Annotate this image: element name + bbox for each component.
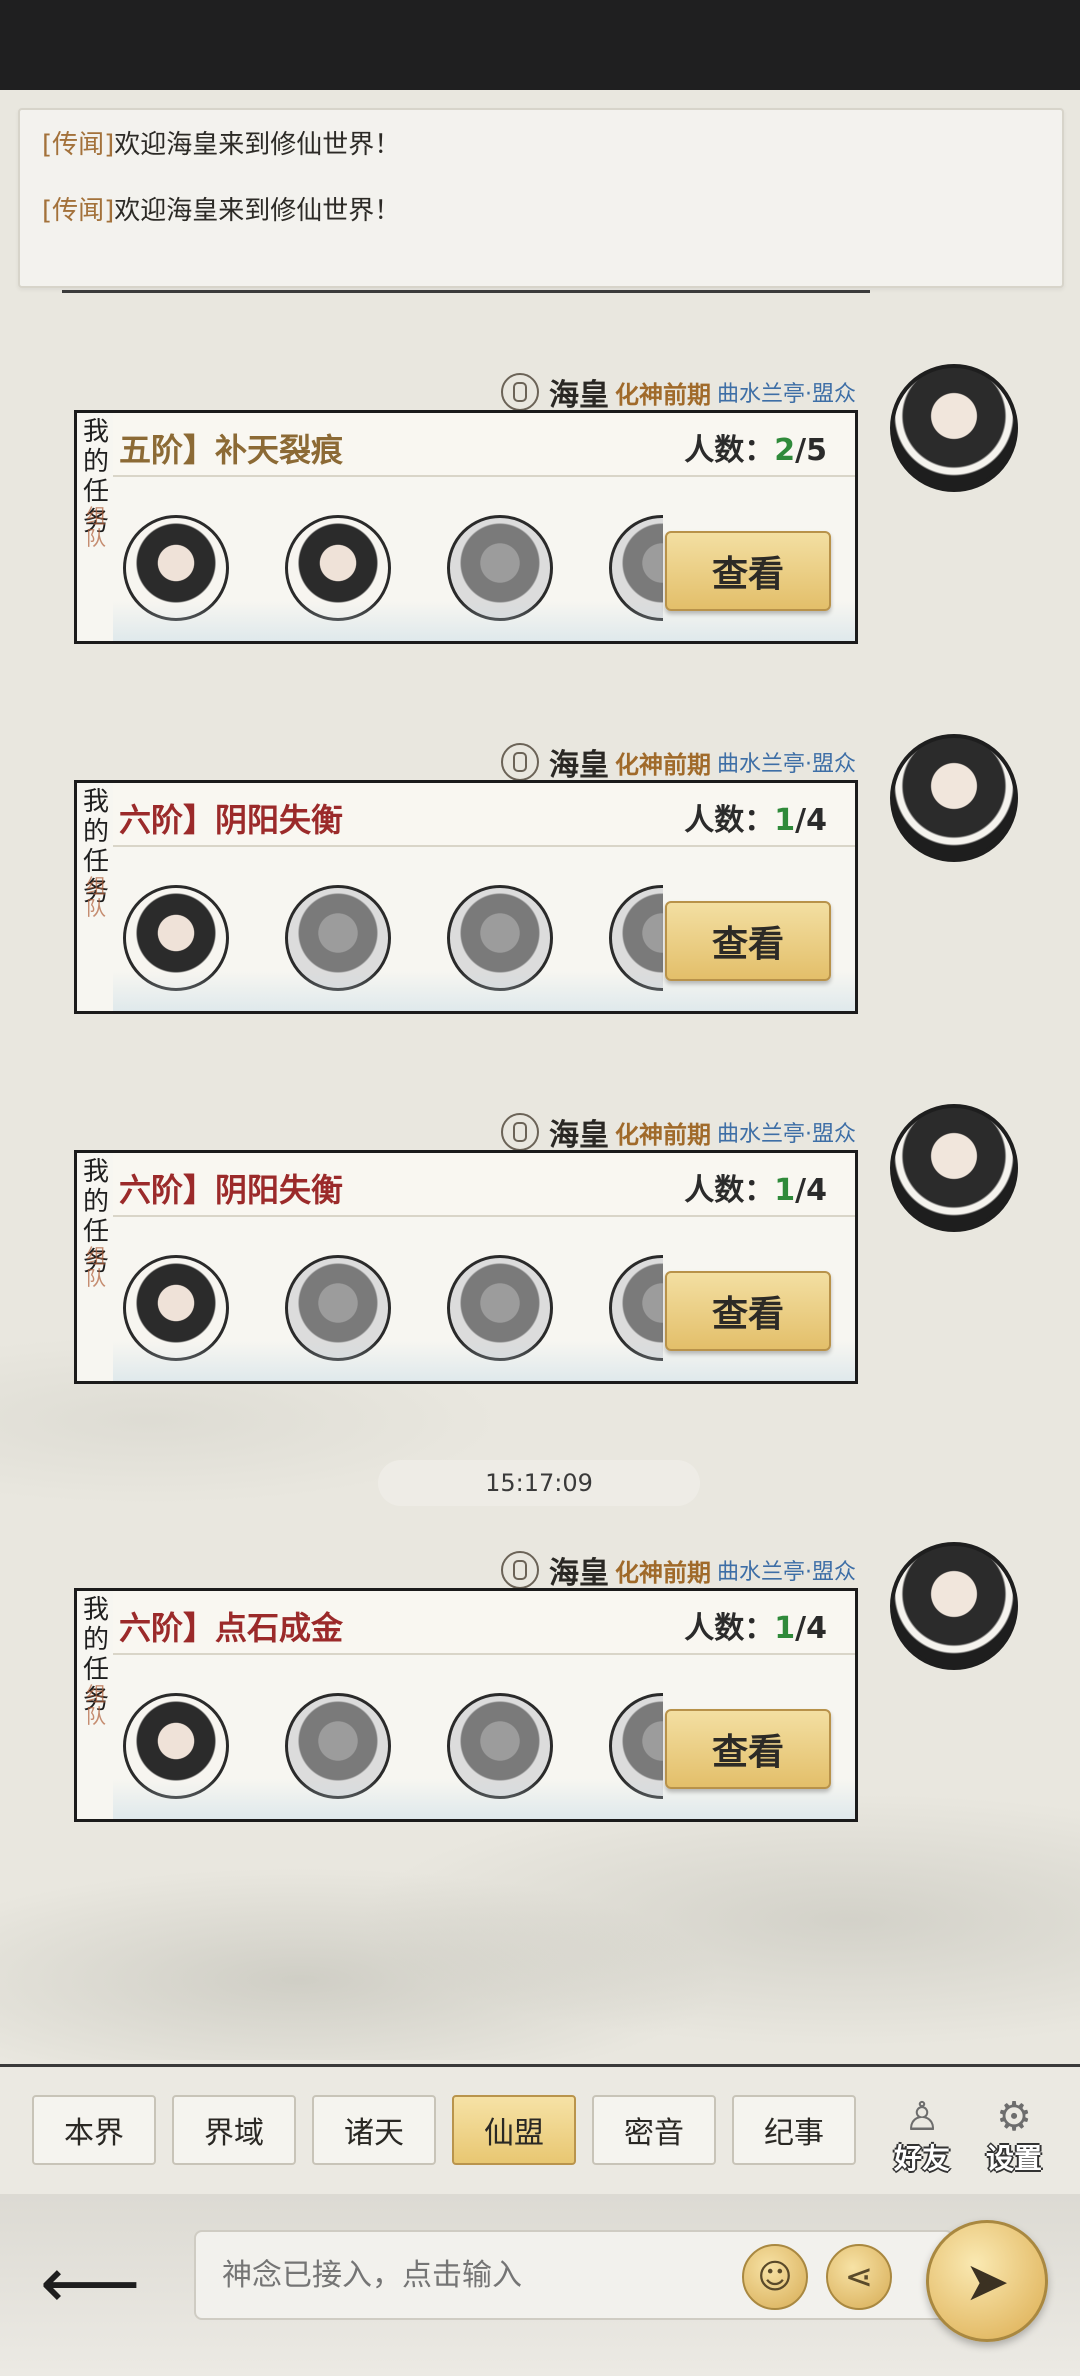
- news-text: 欢迎海皇来到修仙世界！: [114, 196, 401, 226]
- sender-guild: 曲水兰亭·盟众: [717, 382, 856, 407]
- tab-jishi[interactable]: 纪事: [732, 2095, 856, 2165]
- sender-guild: 曲水兰亭·盟众: [717, 752, 856, 777]
- paper-plane-icon: ➤: [964, 2249, 1010, 2313]
- member-count: 人数：2/5: [684, 425, 827, 469]
- member-count: 人数：1/4: [684, 1603, 827, 1647]
- settings-label: 设置: [985, 2142, 1042, 2175]
- sender-name[interactable]: 海皇: [549, 740, 609, 784]
- voice-icon[interactable]: [501, 743, 539, 781]
- count-label: 人数：: [684, 803, 775, 838]
- count-total: /4: [795, 1173, 827, 1208]
- count-total: /4: [795, 1611, 827, 1646]
- team-task-card: 我的任务 组队 六阶】阴阳失衡 人数：1/4 查看: [74, 1150, 858, 1384]
- top-status-bar: [0, 0, 1080, 90]
- count-label: 人数：: [684, 433, 775, 468]
- count-current: 1: [774, 803, 796, 838]
- message-header: 海皇 化神前期 曲水兰亭·盟众: [501, 370, 856, 414]
- card-title-bar: 五阶】补天裂痕 人数：2/5: [113, 413, 855, 477]
- task-title: 五阶】补天裂痕: [119, 431, 344, 469]
- sender-avatar[interactable]: [890, 734, 1018, 862]
- smiley-icon: ☺: [757, 2257, 793, 2297]
- chat-message: 海皇 化神前期 曲水兰亭·盟众 我的任务 组队 六阶】点石成金 人数：1/4 查…: [0, 1542, 1080, 1850]
- sender-avatar[interactable]: [890, 1104, 1018, 1232]
- count-current: 2: [774, 433, 796, 468]
- gear-icon: ⚙: [996, 2094, 1032, 2140]
- share-icon: ⋖: [844, 2257, 874, 2297]
- news-tag: [传闻]: [42, 130, 115, 160]
- chat-message: 海皇 化神前期 曲水兰亭·盟众 我的任务 组队 五阶】补天裂痕 人数：2/5 查…: [0, 364, 1080, 672]
- count-total: /5: [795, 433, 827, 468]
- tab-miyin[interactable]: 密音: [592, 2095, 716, 2165]
- count-total: /4: [795, 803, 827, 838]
- sender-rank: 化神前期: [615, 1120, 711, 1149]
- card-stamp: 组队: [86, 1244, 106, 1290]
- back-arrow-icon[interactable]: ⟵: [40, 2248, 170, 2318]
- sender-avatar[interactable]: [890, 364, 1018, 492]
- card-title-bar: 六阶】阴阳失衡 人数：1/4: [113, 1153, 855, 1217]
- card-stamp: 组队: [86, 504, 106, 550]
- news-item: [传闻]欢迎海皇来到修仙世界！: [42, 190, 400, 227]
- sender-guild: 曲水兰亭·盟众: [717, 1560, 856, 1585]
- tab-jieyu[interactable]: 界域: [172, 2095, 296, 2165]
- tab-benjie[interactable]: 本界: [32, 2095, 156, 2165]
- divider: [62, 290, 870, 293]
- tab-xianmeng[interactable]: 仙盟: [452, 2095, 576, 2165]
- card-stamp: 组队: [86, 1682, 106, 1728]
- member-count: 人数：1/4: [684, 1165, 827, 1209]
- chat-input-bar: ⟵ ☺ ⋖ ➤: [0, 2194, 1080, 2376]
- member-count: 人数：1/4: [684, 795, 827, 839]
- chat-message: 海皇 化神前期 曲水兰亭·盟众 我的任务 组队 六阶】阴阳失衡 人数：1/4 查…: [0, 734, 1080, 1042]
- emoji-button[interactable]: ☺: [742, 2244, 808, 2310]
- person-icon: ♙: [904, 2094, 940, 2140]
- sender-rank: 化神前期: [615, 750, 711, 779]
- message-timestamp: 15:17:09: [378, 1460, 700, 1506]
- team-task-card: 我的任务 组队 六阶】点石成金 人数：1/4 查看: [74, 1588, 858, 1822]
- friends-button[interactable]: ♙ 好友: [882, 2097, 962, 2177]
- chat-message: 海皇 化神前期 曲水兰亭·盟众 我的任务 组队 六阶】阴阳失衡 人数：1/4 查…: [0, 1104, 1080, 1412]
- news-text: 欢迎海皇来到修仙世界！: [114, 130, 401, 160]
- send-button[interactable]: ➤: [926, 2220, 1048, 2342]
- sender-name[interactable]: 海皇: [549, 1110, 609, 1154]
- message-header: 海皇 化神前期 曲水兰亭·盟众: [501, 1548, 856, 1592]
- view-button[interactable]: 查看: [665, 1271, 831, 1351]
- news-tag: [传闻]: [42, 196, 115, 226]
- view-button[interactable]: 查看: [665, 531, 831, 611]
- sender-name[interactable]: 海皇: [549, 1548, 609, 1592]
- news-item: [传闻]欢迎海皇来到修仙世界！: [42, 124, 400, 161]
- count-current: 1: [774, 1611, 796, 1646]
- task-title: 六阶】点石成金: [119, 1609, 344, 1647]
- message-header: 海皇 化神前期 曲水兰亭·盟众: [501, 1110, 856, 1154]
- view-button[interactable]: 查看: [665, 1709, 831, 1789]
- task-title: 六阶】阴阳失衡: [119, 801, 344, 839]
- team-task-card: 我的任务 组队 六阶】阴阳失衡 人数：1/4 查看: [74, 780, 858, 1014]
- news-panel: [传闻]欢迎海皇来到修仙世界！ [传闻]欢迎海皇来到修仙世界！: [18, 108, 1064, 288]
- settings-button[interactable]: ⚙ 设置: [974, 2097, 1054, 2177]
- task-title: 六阶】阴阳失衡: [119, 1171, 344, 1209]
- count-current: 1: [774, 1173, 796, 1208]
- card-title-bar: 六阶】阴阳失衡 人数：1/4: [113, 783, 855, 847]
- channel-tab-bar: 本界 界域 诸天 仙盟 密音 纪事 ♙ 好友 ⚙ 设置: [0, 2064, 1080, 2197]
- tab-zhutian[interactable]: 诸天: [312, 2095, 436, 2165]
- sender-rank: 化神前期: [615, 1558, 711, 1587]
- voice-icon[interactable]: [501, 1551, 539, 1589]
- voice-icon[interactable]: [501, 1113, 539, 1151]
- voice-icon[interactable]: [501, 373, 539, 411]
- sender-name[interactable]: 海皇: [549, 370, 609, 414]
- message-header: 海皇 化神前期 曲水兰亭·盟众: [501, 740, 856, 784]
- friends-label: 好友: [893, 2142, 950, 2175]
- sender-guild: 曲水兰亭·盟众: [717, 1122, 856, 1147]
- view-button[interactable]: 查看: [665, 901, 831, 981]
- card-stamp: 组队: [86, 874, 106, 920]
- count-label: 人数：: [684, 1173, 775, 1208]
- sender-avatar[interactable]: [890, 1542, 1018, 1670]
- count-label: 人数：: [684, 1611, 775, 1646]
- share-button[interactable]: ⋖: [826, 2244, 892, 2310]
- card-title-bar: 六阶】点石成金 人数：1/4: [113, 1591, 855, 1655]
- team-task-card: 我的任务 组队 五阶】补天裂痕 人数：2/5 查看: [74, 410, 858, 644]
- sender-rank: 化神前期: [615, 380, 711, 409]
